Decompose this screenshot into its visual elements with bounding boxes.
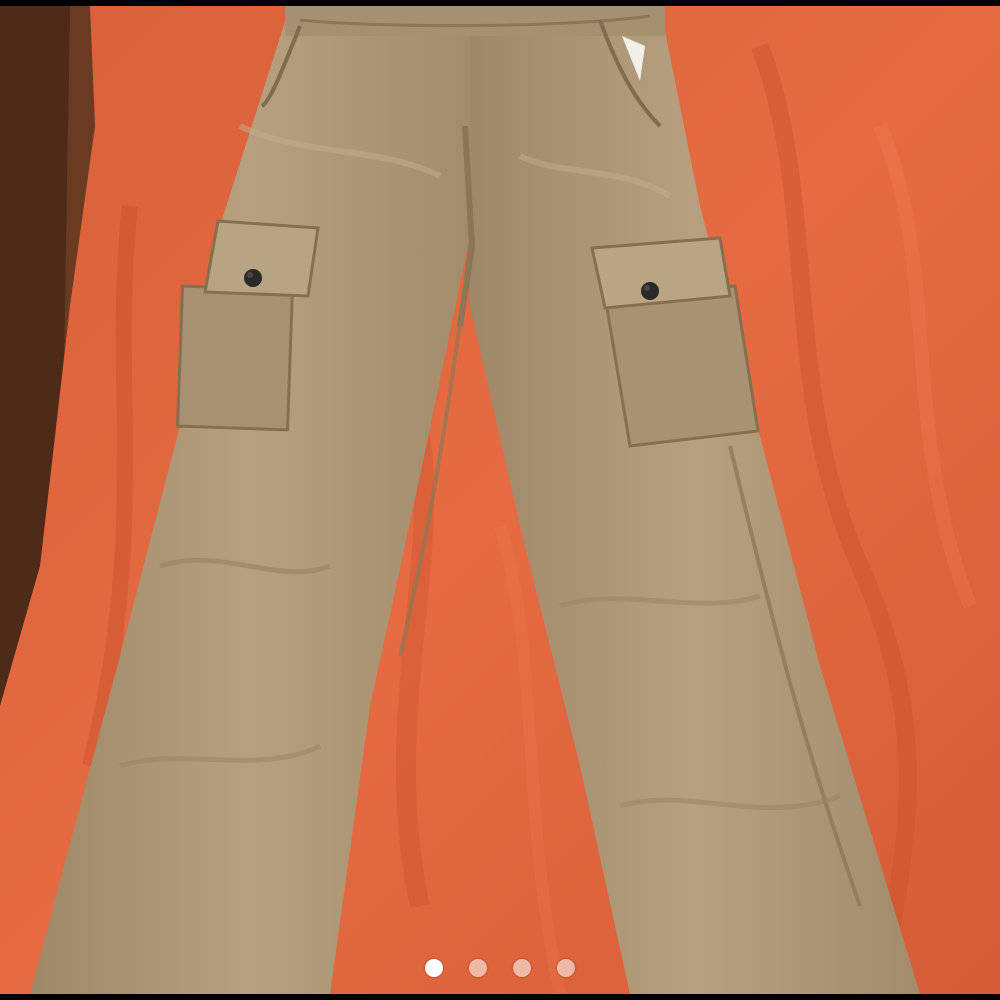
right-pocket-button <box>641 282 659 300</box>
product-photo <box>0 6 1000 994</box>
left-pocket-button <box>244 269 262 287</box>
carousel-pagination <box>0 958 1000 978</box>
page-dot-3[interactable] <box>513 959 531 977</box>
page-dot-2[interactable] <box>469 959 487 977</box>
page-dot-1[interactable] <box>425 959 443 977</box>
page-dot-4[interactable] <box>557 959 575 977</box>
image-carousel[interactable] <box>0 0 1000 1000</box>
